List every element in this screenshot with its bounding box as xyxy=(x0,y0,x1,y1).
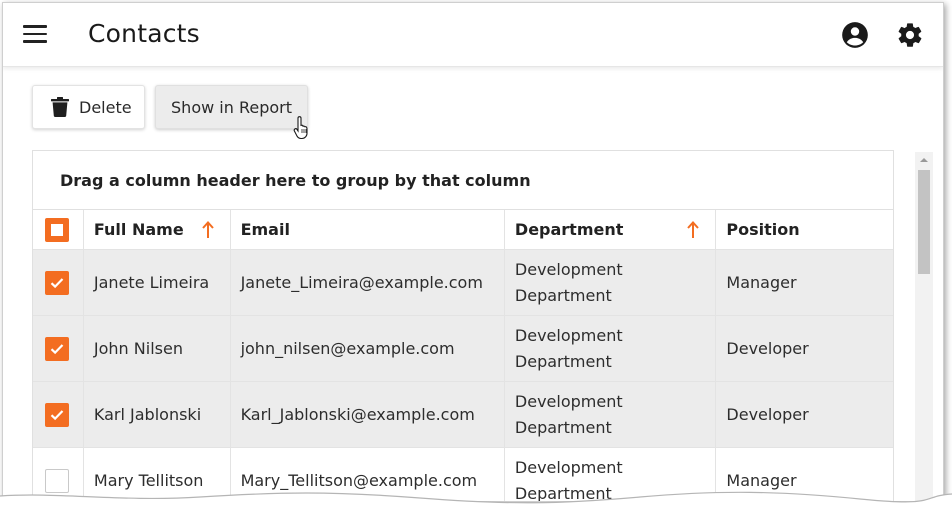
group-panel-hint: Drag a column header here to group by th… xyxy=(60,170,531,190)
torn-edge xyxy=(0,491,952,522)
check-icon xyxy=(50,409,64,420)
cell-full-name: Karl Jablonski xyxy=(84,382,231,447)
cell-full-name: John Nilsen xyxy=(84,316,231,381)
cell-position: Manager xyxy=(726,273,797,292)
cell-email: john_nilsen@example.com xyxy=(231,316,505,381)
scroll-up-arrow-icon[interactable] xyxy=(915,152,933,168)
cell-full-name: Janete Limeira xyxy=(84,250,231,315)
hand-cursor-icon xyxy=(293,116,308,140)
row-checkbox[interactable] xyxy=(45,336,69,361)
cell-email: Janete_Limeira@example.com xyxy=(231,250,505,315)
cell-department: Development Department xyxy=(505,382,717,447)
column-header-full-name[interactable]: Full Name xyxy=(84,210,231,249)
grid-header-row: Full Name Email Department Position xyxy=(33,210,893,250)
column-header-department[interactable]: Department xyxy=(505,210,717,249)
row-checkbox[interactable] xyxy=(45,402,69,427)
delete-button[interactable]: Delete xyxy=(32,85,145,129)
check-icon xyxy=(50,277,64,288)
account-circle-icon[interactable] xyxy=(841,21,869,49)
table-row[interactable]: John Nilsen john_nilsen@example.com Deve… xyxy=(33,316,893,382)
trash-icon xyxy=(51,97,69,117)
cell-email: Karl_Jablonski@example.com xyxy=(231,382,505,447)
cell-position: Developer xyxy=(726,339,809,358)
cell-department: Development Department xyxy=(505,316,717,381)
group-panel[interactable]: Drag a column header here to group by th… xyxy=(33,151,893,210)
table-row[interactable]: Karl Jablonski Karl_Jablonski@example.co… xyxy=(33,382,893,448)
table-row[interactable]: Janete Limeira Janete_Limeira@example.co… xyxy=(33,250,893,316)
cell-department: Development Department xyxy=(505,250,717,315)
check-icon xyxy=(50,343,64,354)
scrollbar-thumb[interactable] xyxy=(918,170,930,274)
cell-position: Developer xyxy=(726,405,809,424)
column-header-position[interactable]: Position xyxy=(716,210,893,249)
menu-icon[interactable] xyxy=(23,25,49,45)
gear-icon[interactable] xyxy=(896,21,924,49)
select-all-cell xyxy=(33,210,84,249)
show-in-report-label: Show in Report xyxy=(171,97,292,117)
contacts-grid: Drag a column header here to group by th… xyxy=(32,150,894,501)
sort-ascending-icon[interactable] xyxy=(201,221,214,239)
app-bar: Contacts xyxy=(3,3,943,67)
show-in-report-button[interactable]: Show in Report xyxy=(155,85,308,129)
delete-button-label: Delete xyxy=(79,97,132,117)
page-title: Contacts xyxy=(88,19,200,48)
sort-ascending-icon[interactable] xyxy=(687,221,700,239)
row-checkbox[interactable] xyxy=(45,270,69,295)
column-header-email[interactable]: Email xyxy=(231,210,505,249)
vertical-scrollbar[interactable] xyxy=(915,152,933,501)
app-window: Contacts Delete Show in Report Drag a co… xyxy=(2,2,944,502)
select-all-checkbox[interactable] xyxy=(45,217,69,242)
